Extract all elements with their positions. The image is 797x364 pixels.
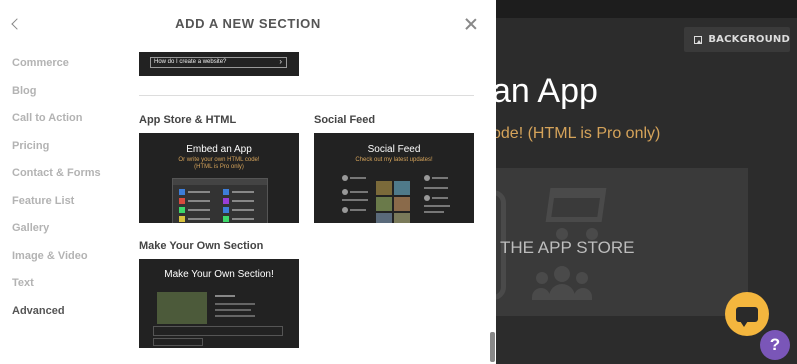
category-gallery[interactable]: Gallery bbox=[12, 221, 122, 249]
image-icon bbox=[694, 35, 703, 44]
chat-icon bbox=[736, 306, 758, 327]
card-subtitle: Check out my latest updates! bbox=[355, 157, 433, 163]
divider bbox=[139, 95, 474, 96]
make-your-own-card[interactable]: Make Your Own Section! bbox=[139, 259, 299, 348]
shopping-cart-icon bbox=[538, 180, 608, 240]
card-title: Embed an App bbox=[186, 144, 252, 155]
panel-scrollbar[interactable] bbox=[490, 332, 495, 362]
preview-subtitle: ode! (HTML is Pro only) bbox=[496, 125, 661, 142]
close-icon[interactable] bbox=[465, 18, 477, 30]
category-call-to-action[interactable]: Call to Action bbox=[12, 111, 122, 139]
category-commerce[interactable]: Commerce bbox=[12, 56, 122, 84]
text-line bbox=[215, 315, 255, 317]
background-button[interactable]: BACKGROUND bbox=[684, 27, 790, 52]
faq-question-row: How do I create a website? bbox=[150, 57, 287, 68]
card-title: Social Feed bbox=[367, 144, 421, 155]
app-store-mockup bbox=[172, 178, 268, 223]
feed-photo bbox=[376, 213, 392, 223]
help-button[interactable]: ? bbox=[760, 330, 790, 360]
feed-photo bbox=[394, 197, 410, 211]
category-text[interactable]: Text bbox=[12, 276, 122, 304]
text-line bbox=[215, 295, 235, 297]
section-gallery: How do I create a website? App Store & H… bbox=[139, 48, 479, 364]
preview-title: an App bbox=[496, 72, 598, 110]
category-advanced[interactable]: Advanced bbox=[12, 304, 122, 332]
editor-preview: BACKGROUND an App ode! (HTML is Pro only… bbox=[496, 0, 797, 364]
text-line bbox=[215, 309, 251, 311]
feed-photo bbox=[394, 213, 410, 223]
video-thumbnail bbox=[157, 292, 207, 324]
category-blog[interactable]: Blog bbox=[12, 84, 122, 112]
category-pricing[interactable]: Pricing bbox=[12, 139, 122, 167]
background-button-label: BACKGROUND bbox=[708, 34, 790, 45]
users-icon bbox=[532, 264, 592, 308]
feed-photo bbox=[394, 181, 410, 195]
app-store-placeholder[interactable]: THE APP STORE bbox=[496, 168, 748, 316]
feed-photo bbox=[376, 181, 392, 195]
app-store-card[interactable]: Embed an App Or write your own HTML code… bbox=[139, 133, 299, 223]
card-subtitle: Or write your own HTML code! (HTML is Pr… bbox=[178, 157, 260, 170]
panel-title: ADD A NEW SECTION bbox=[175, 16, 321, 31]
app-store-label: THE APP STORE bbox=[500, 238, 635, 257]
category-image-video[interactable]: Image & Video bbox=[12, 249, 122, 277]
faq-section-thumbnail[interactable]: How do I create a website? bbox=[139, 52, 299, 76]
feed-photo bbox=[376, 197, 392, 211]
chat-button[interactable] bbox=[725, 292, 769, 336]
category-list: Commerce Blog Call to Action Pricing Con… bbox=[12, 56, 122, 331]
text-line bbox=[215, 303, 255, 305]
social-feed-card[interactable]: Social Feed Check out my latest updates! bbox=[314, 133, 474, 223]
category-feature-list[interactable]: Feature List bbox=[12, 194, 122, 222]
block-toolbar bbox=[153, 338, 203, 346]
card-title: Make Your Own Section! bbox=[164, 269, 274, 280]
section-title-make-your-own: Make Your Own Section bbox=[139, 240, 264, 252]
section-title-app-store: App Store & HTML bbox=[139, 114, 237, 126]
category-contact-forms[interactable]: Contact & Forms bbox=[12, 166, 122, 194]
preview-top-bar bbox=[496, 0, 797, 18]
block-toolbar bbox=[153, 326, 283, 336]
add-section-panel: ADD A NEW SECTION Commerce Blog Call to … bbox=[0, 0, 496, 364]
section-title-social-feed: Social Feed bbox=[314, 114, 376, 126]
panel-header: ADD A NEW SECTION bbox=[0, 0, 496, 48]
